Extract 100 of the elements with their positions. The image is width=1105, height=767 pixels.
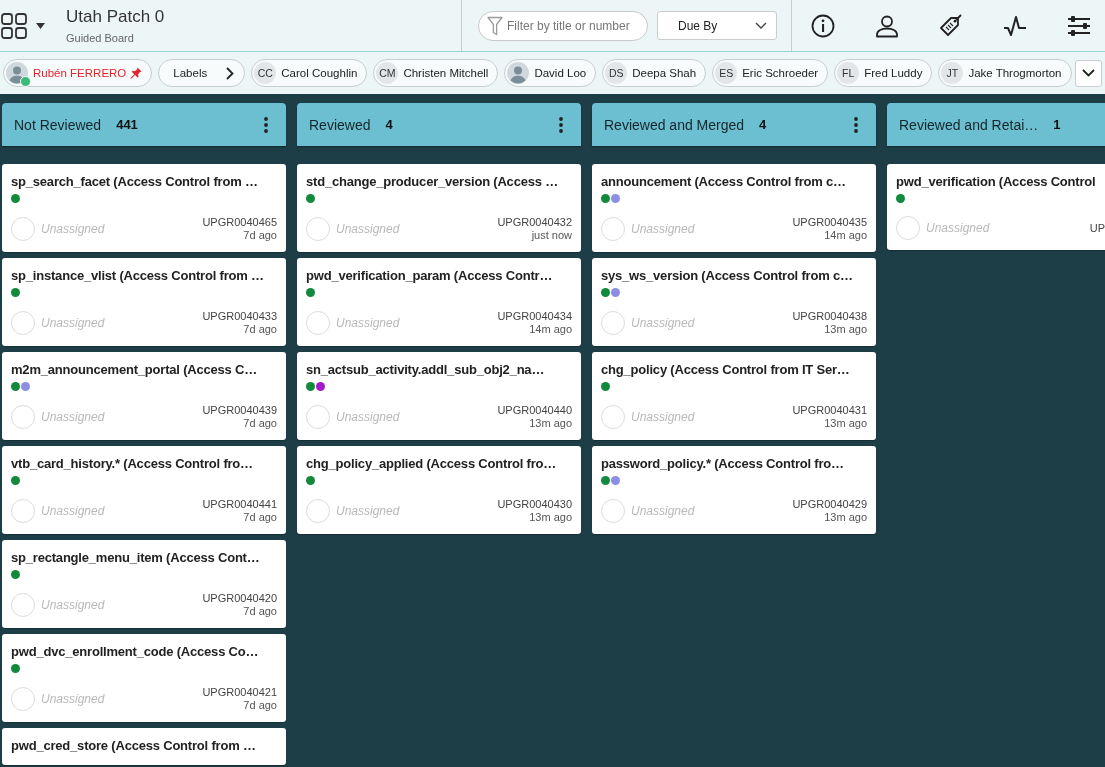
empty-avatar-icon	[601, 499, 625, 523]
assignee-name: Unassigned	[631, 504, 695, 518]
card-number: UPGR0040438	[792, 310, 867, 323]
empty-avatar-icon	[11, 593, 35, 617]
task-card[interactable]: sys_ws_version (Access Control from c… Unassigned UPGR0040438 13m ago	[592, 258, 876, 346]
card-updated: 13m ago	[823, 323, 867, 336]
assignee-name: Unassigned	[926, 221, 990, 235]
card-number: UPGR0040420	[202, 592, 277, 605]
column-title: Reviewed and Retai…	[899, 116, 1039, 133]
chevron-right-icon	[226, 66, 235, 80]
card-updated: 7d ago	[242, 511, 277, 524]
card-updated: 13m ago	[528, 417, 572, 430]
card-updated: 7d ago	[242, 229, 277, 242]
card-title: m2m_announcement_portal (Access C…	[11, 361, 259, 379]
user-initials: JT	[941, 62, 964, 84]
card-updated: 7d ago	[242, 605, 277, 618]
empty-avatar-icon	[11, 311, 35, 335]
card-updated: 14m ago	[528, 323, 572, 336]
card-number: UPGR0040432	[497, 216, 572, 229]
card-number: UPGR0040434	[497, 310, 572, 323]
assignee-name: Unassigned	[336, 222, 400, 236]
task-card[interactable]: chg_policy (Access Control from IT Ser… Unassigned UPGR0040431 13m ago	[592, 352, 876, 440]
card-updated: 14m ago	[823, 229, 867, 242]
card-number: UPGR0040430	[497, 498, 572, 511]
task-card[interactable]: announcement (Access Control from c… Unassigned UPGR0040435 14m ago	[592, 164, 876, 252]
user-filter-chip[interactable]: FL Fred Luddy	[834, 59, 933, 87]
task-card[interactable]: pwd_cred_store (Access Control from …	[2, 728, 286, 765]
assignee-name: Unassigned	[336, 316, 400, 330]
column-title: Reviewed and Merged	[604, 116, 745, 133]
task-card[interactable]: m2m_announcement_portal (Access C… Unassigned UPGR0040439 7d ago	[2, 352, 286, 440]
assignee-name: Unassigned	[41, 504, 105, 518]
empty-avatar-icon	[601, 405, 625, 429]
board-title: Utah Patch 0	[66, 6, 165, 27]
task-card[interactable]: chg_policy_applied (Access Control fro… Unassigned UPGR0040430 13m ago	[297, 446, 581, 534]
task-card[interactable]: std_change_producer_version (Access … Unassigned UPGR0040432 just now	[297, 164, 581, 252]
sort-select[interactable]: Due By	[657, 11, 777, 40]
card-title: password_policy.* (Access Control fro…	[601, 455, 845, 473]
task-card[interactable]: sp_search_facet (Access Control from … Unassigned UPGR0040465 7d ago	[2, 164, 286, 252]
task-card[interactable]: pwd_verification_param (Access Contr… Unassigned UPGR0040434 14m ago	[297, 258, 581, 346]
assignee-name: Unassigned	[631, 410, 695, 424]
task-card[interactable]: sp_rectangle_menu_item (Access Cont… Unassigned UPGR0040420 7d ago	[2, 540, 286, 628]
grid-icon[interactable]	[1, 12, 27, 39]
empty-avatar-icon	[306, 311, 330, 335]
card-title: announcement (Access Control from c…	[601, 173, 847, 191]
info-icon[interactable]	[811, 13, 835, 38]
empty-avatar-icon	[11, 499, 35, 523]
empty-avatar-icon	[896, 216, 920, 240]
labels-filter-button[interactable]: Labels	[158, 59, 246, 87]
sliders-icon[interactable]	[1067, 13, 1091, 38]
empty-avatar-icon	[11, 217, 35, 241]
expand-filters-button[interactable]	[1075, 59, 1102, 87]
card-updated: 7d ago	[242, 417, 277, 430]
card-updated: 7d ago	[242, 699, 277, 712]
card-number: UPGR0040429	[792, 498, 867, 511]
kebab-menu-icon[interactable]	[264, 116, 268, 133]
card-title: vtb_card_history.* (Access Control fro…	[11, 455, 254, 473]
user-filter-chip[interactable]: Rubén FERRERO	[3, 59, 153, 87]
user-filter-chip[interactable]: DS Deepa Shah	[602, 59, 707, 87]
card-number: UPGR0040421	[202, 686, 277, 699]
chevron-down-icon	[755, 22, 767, 29]
task-card[interactable]: password_policy.* (Access Control fro… Unassigned UPGR0040429 13m ago	[592, 446, 876, 534]
kebab-menu-icon[interactable]	[559, 116, 563, 133]
user-filter-chip[interactable]: CM Christen Mitchell	[373, 59, 499, 87]
card-title: chg_policy (Access Control from IT Ser…	[601, 361, 851, 379]
task-card[interactable]: vtb_card_history.* (Access Control fro… Unassigned UPGR0040441 7d ago	[2, 446, 286, 534]
card-number: UPGR0040440	[497, 404, 572, 417]
task-card[interactable]: pwd_verification (Access Control Unassigned UP	[887, 164, 1105, 250]
empty-avatar-icon	[306, 499, 330, 523]
card-number: UPGR0040433	[202, 310, 277, 323]
empty-avatar-icon	[601, 311, 625, 335]
task-card[interactable]: sn_actsub_activity.addl_sub_obj2_na… Unassigned UPGR0040440 13m ago	[297, 352, 581, 440]
assignee-name: Unassigned	[336, 504, 400, 518]
card-number: UPGR0040439	[202, 404, 277, 417]
kebab-menu-icon[interactable]	[854, 116, 858, 133]
card-title: sp_search_facet (Access Control from …	[11, 173, 259, 191]
filter-field[interactable]: Filter by title or number	[478, 10, 648, 41]
user-filter-chip[interactable]: David Loo	[504, 59, 597, 87]
user-icon[interactable]	[875, 13, 899, 38]
column-count: 4	[759, 117, 767, 132]
card-updated: 13m ago	[823, 511, 867, 524]
empty-avatar-icon	[306, 405, 330, 429]
assignee-name: Unassigned	[336, 410, 400, 424]
task-card[interactable]: pwd_dvc_enrollment_code (Access Co… Unassigned UPGR0040421 7d ago	[2, 634, 286, 722]
user-filter-chip[interactable]: JT Jake Throgmorton	[938, 59, 1072, 87]
tag-icon[interactable]	[939, 13, 963, 38]
user-filter-chip[interactable]: ES Eric Schroeder	[712, 59, 829, 87]
card-title: sys_ws_version (Access Control from c…	[601, 267, 854, 285]
card-title: pwd_dvc_enrollment_code (Access Co…	[11, 643, 260, 661]
caret-down-icon[interactable]	[36, 22, 45, 29]
column-count: 441	[116, 117, 138, 132]
task-card[interactable]: sp_instance_vlist (Access Control from … Unassigned UPGR0040433 7d ago	[2, 258, 286, 346]
column-title: Reviewed	[309, 116, 371, 133]
user-filter-chip[interactable]: CC Carol Coughlin	[251, 59, 368, 87]
pulse-icon[interactable]	[1003, 13, 1027, 38]
card-updated: 13m ago	[528, 511, 572, 524]
card-title: std_change_producer_version (Access …	[306, 173, 559, 191]
user-initials: ES	[715, 62, 738, 84]
user-initials: DS	[605, 62, 628, 84]
assignee-name: Unassigned	[41, 692, 105, 706]
empty-avatar-icon	[306, 217, 330, 241]
